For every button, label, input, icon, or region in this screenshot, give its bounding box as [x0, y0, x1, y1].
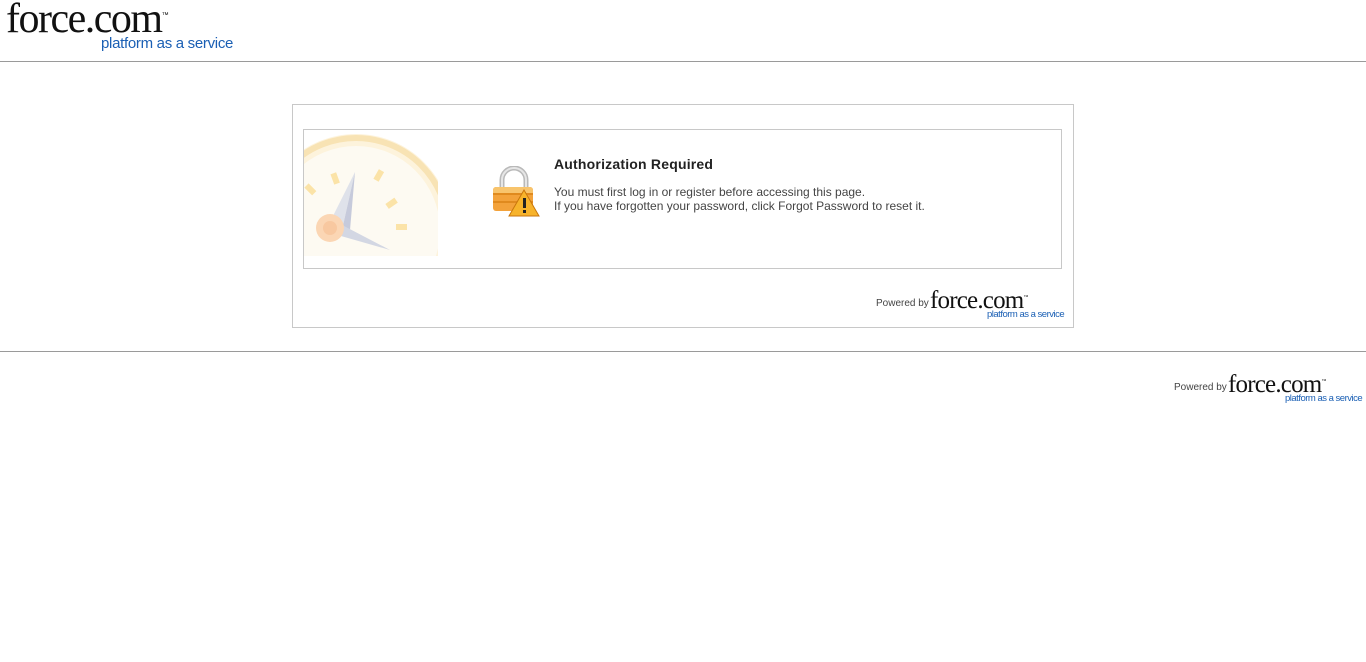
footer-divider	[0, 351, 1366, 352]
auth-message: Authorization Required You must first lo…	[554, 156, 1054, 213]
powered-by-label: Powered by	[876, 298, 929, 309]
powered-by-label: Powered by	[1174, 382, 1227, 393]
logo-tagline: platform as a service	[101, 35, 234, 52]
logo-tagline: platform as a service	[987, 309, 1065, 320]
auth-line-login: You must first log in or register before…	[554, 185, 866, 199]
auth-line-forgot-password: If you have forgotten your password, cli…	[554, 199, 925, 213]
clock-watermark-icon	[304, 134, 438, 256]
logo-tagline: platform as a service	[1285, 393, 1363, 404]
powered-by-footer[interactable]: Powered by force.com™ platform as a serv…	[1168, 370, 1366, 410]
powered-by-panel[interactable]: Powered by force.com™ platform as a serv…	[870, 286, 1070, 326]
auth-panel: Authorization Required You must first lo…	[292, 104, 1074, 328]
logo-wordmark: force.com™	[6, 0, 168, 42]
auth-title: Authorization Required	[554, 156, 714, 172]
header-logo[interactable]: force.com™ platform as a service	[2, 0, 242, 56]
auth-message-box: Authorization Required You must first lo…	[303, 129, 1062, 269]
header-divider	[0, 61, 1366, 62]
page: force.com™ platform as a service Authori…	[0, 0, 1366, 662]
lock-warning-icon	[493, 166, 540, 217]
